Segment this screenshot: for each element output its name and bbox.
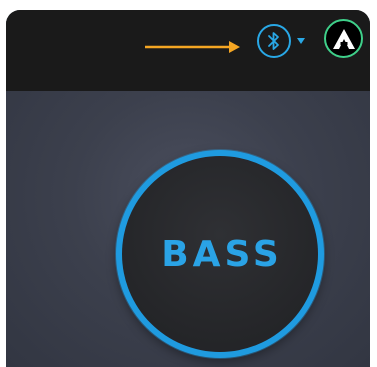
account-avatar[interactable] bbox=[324, 19, 363, 58]
top-bar bbox=[6, 10, 370, 91]
bass-button-label: BASS bbox=[161, 233, 283, 275]
arrow-right-icon bbox=[145, 41, 240, 53]
app-window: BASS bbox=[6, 10, 370, 367]
bluetooth-icon bbox=[268, 32, 279, 50]
bluetooth-selector[interactable] bbox=[257, 21, 321, 61]
bass-button[interactable]: BASS bbox=[116, 150, 324, 358]
bluetooth-button[interactable] bbox=[257, 24, 291, 58]
avatar-logo bbox=[332, 28, 355, 49]
bass-button-face: BASS bbox=[122, 156, 318, 352]
caret-down-icon[interactable] bbox=[297, 38, 305, 44]
